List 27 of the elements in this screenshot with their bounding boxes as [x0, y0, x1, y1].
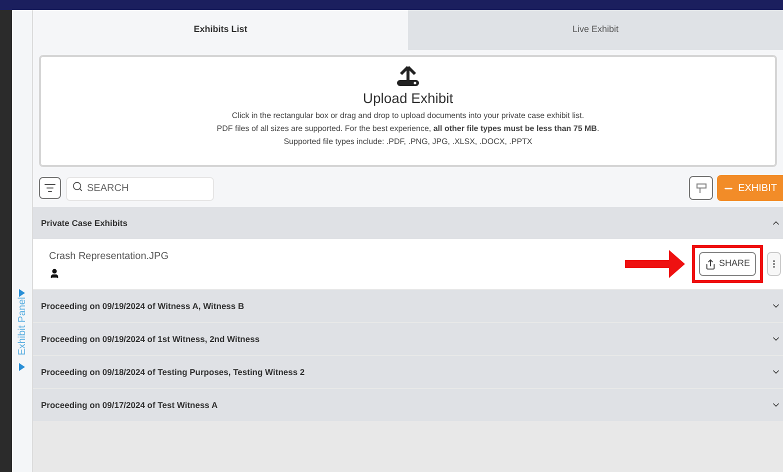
- person-icon: [49, 268, 60, 279]
- upload-title: Upload Exhibit: [362, 89, 454, 108]
- group-header[interactable]: Proceeding on 09/19/2024 of 1st Witness, 2nd Witness: [33, 323, 783, 355]
- share-button[interactable]: SHARE: [698, 252, 756, 276]
- share-icon: [704, 258, 716, 270]
- upload-instructions: Click in the rectangular box or drag and drop to upload documents into your private case exhibit list.: [232, 110, 584, 122]
- upload-instructions: PDF files of all sizes are supported. For the best experience, all other file types must be less than 75 MB.: [216, 123, 600, 135]
- filter-icon: [44, 182, 56, 194]
- filter-button[interactable]: [39, 177, 61, 199]
- exhibit-row[interactable]: Crash Representation.JPG SHARE: [33, 239, 783, 289]
- upload-instructions: Supported file types include: .PDF, .PNG, JPG, .XLSX, .DOCX, .PPTX: [284, 136, 532, 148]
- upload-drop-zone[interactable]: [39, 55, 777, 167]
- upload-icon: [396, 65, 420, 87]
- column-view-button[interactable]: [689, 176, 714, 200]
- tab[interactable]: Exhibits List: [33, 10, 408, 50]
- search-field[interactable]: SEARCH: [66, 176, 214, 201]
- banner-icon: [696, 182, 707, 194]
- group-header[interactable]: Proceeding on 09/19/2024 of Witness A, Witness B: [33, 290, 783, 322]
- expand-arrow-icon[interactable]: [19, 363, 25, 372]
- group-header[interactable]: Proceeding on 09/17/2024 of Test Witness A: [33, 389, 783, 421]
- more-options-button[interactable]: [767, 252, 781, 276]
- group-header[interactable]: Proceeding on 09/18/2024 of Testing Purposes, Testing Witness 2: [33, 356, 783, 388]
- expand-arrow-icon[interactable]: [19, 289, 25, 297]
- tab[interactable]: Live Exhibit: [408, 10, 783, 50]
- search-icon: [72, 181, 83, 192]
- file-name: Crash Representation.JPG: [49, 250, 170, 264]
- group-header[interactable]: Private Case Exhibits: [33, 207, 783, 239]
